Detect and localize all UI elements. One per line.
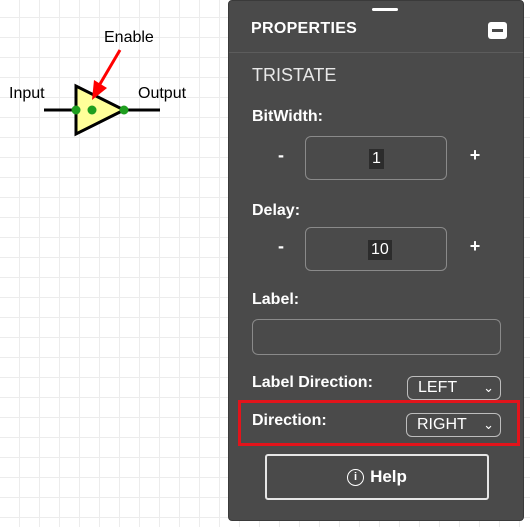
bitwidth-decrement-button[interactable]: -: [271, 145, 291, 166]
panel-divider: [229, 52, 523, 53]
label-field-label: Label:: [252, 291, 300, 308]
minimize-icon[interactable]: [488, 22, 507, 39]
label-direction-value: LEFT: [418, 379, 458, 396]
delay-label: Delay:: [252, 202, 301, 219]
enable-label: Enable: [104, 29, 154, 46]
panel-drag-handle[interactable]: [372, 8, 398, 11]
bitwidth-input[interactable]: 1: [305, 136, 447, 180]
label-direction-label: Label Direction:: [252, 374, 373, 391]
label-direction-select[interactable]: LEFT ⌄: [407, 376, 501, 400]
help-label: Help: [370, 467, 407, 486]
bitwidth-label: BitWidth:: [252, 108, 323, 125]
bitwidth-increment-button[interactable]: +: [465, 145, 485, 166]
input-pin[interactable]: [71, 105, 81, 115]
output-pin[interactable]: [119, 105, 129, 115]
label-input[interactable]: [252, 319, 501, 355]
circuit-canvas[interactable]: Enable Input Output: [0, 0, 230, 527]
delay-increment-button[interactable]: +: [465, 236, 485, 257]
delay-value: 10: [368, 240, 392, 260]
bitwidth-value: 1: [369, 149, 384, 169]
help-button[interactable]: i Help: [265, 454, 489, 500]
delay-decrement-button[interactable]: -: [271, 236, 291, 257]
chevron-down-icon: ⌄: [483, 380, 494, 395]
input-label: Input: [9, 85, 45, 102]
enable-arrow-shaft: [98, 49, 122, 85]
element-name: TRISTATE: [252, 65, 337, 85]
panel-title: PROPERTIES: [251, 20, 358, 37]
enable-pin[interactable]: [87, 105, 97, 115]
direction-highlight-box: [238, 400, 520, 446]
info-icon: i: [347, 468, 365, 486]
delay-input[interactable]: 10: [305, 227, 447, 271]
output-label: Output: [138, 85, 187, 102]
